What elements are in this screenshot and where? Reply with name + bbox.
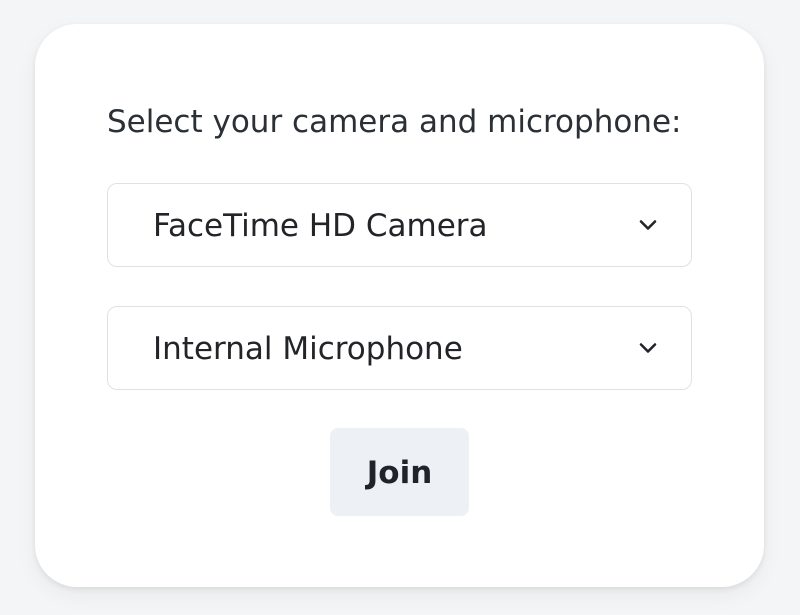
microphone-select[interactable]: Internal Microphone [107,306,692,390]
camera-select[interactable]: FaceTime HD Camera [107,183,692,267]
camera-select-value: FaceTime HD Camera [153,208,488,244]
device-prompt-label: Select your camera and microphone: [107,104,682,140]
device-selection-card: Select your camera and microphone: FaceT… [35,24,764,587]
microphone-select-value: Internal Microphone [153,331,463,367]
join-button[interactable]: Join [330,428,469,516]
chevron-down-icon [639,343,657,353]
chevron-down-icon [639,220,657,230]
